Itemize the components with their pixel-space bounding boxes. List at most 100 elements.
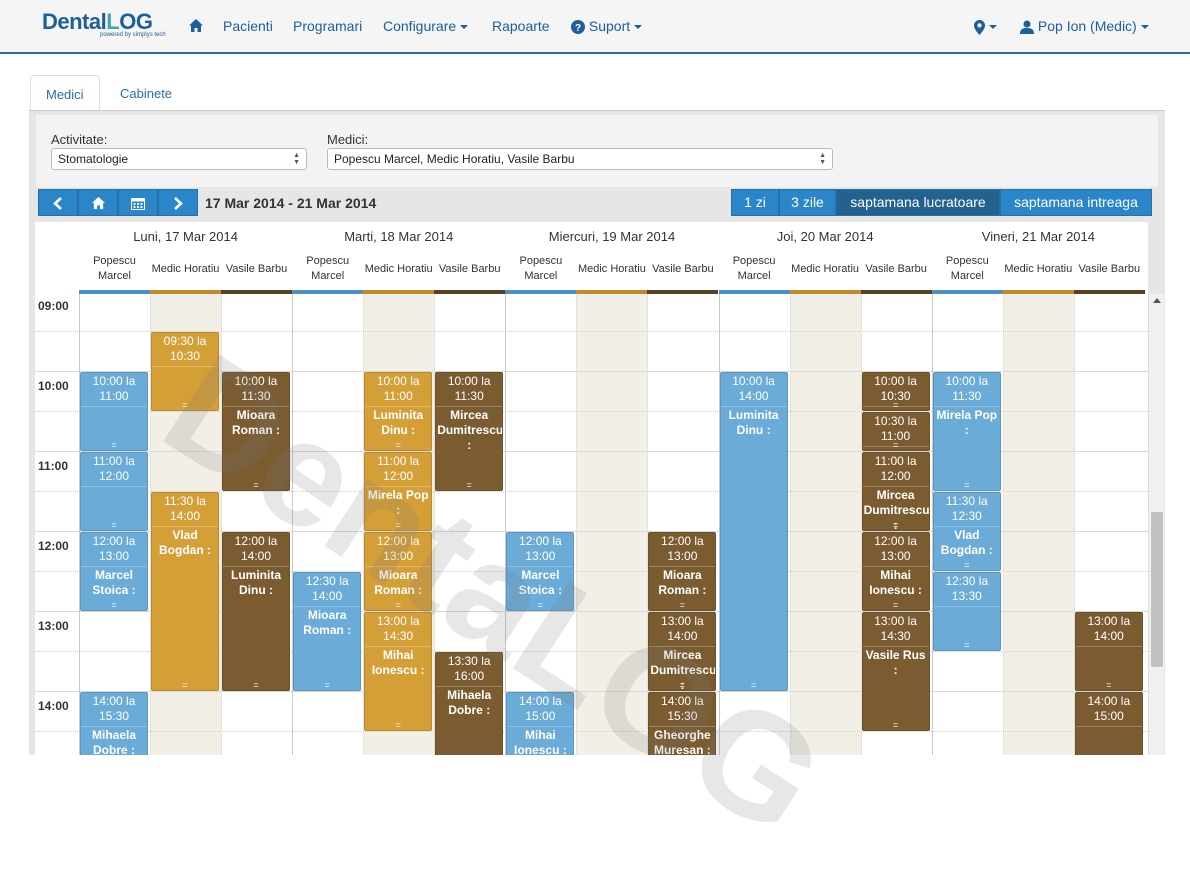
today-button[interactable] (78, 189, 118, 216)
nav-home-icon[interactable] (188, 16, 204, 33)
appointment-time: 12:30 la 13:30 (933, 573, 1000, 607)
resize-handle-icon[interactable]: = (294, 681, 360, 690)
resize-handle-icon[interactable]: = (934, 561, 1000, 570)
doctor-column-slot[interactable] (576, 294, 648, 755)
next-week-button[interactable] (158, 189, 198, 216)
resize-handle-icon[interactable]: = (223, 481, 289, 490)
hour-label: 09:00 (38, 299, 69, 313)
resize-handle-icon[interactable]: = (152, 681, 218, 690)
appointment-block[interactable]: 14:00 la 15:00= (1074, 692, 1143, 755)
activity-select[interactable]: Stomatologie ▲ ▼ (51, 148, 307, 170)
appointment-block[interactable]: 13:00 la 14:30 Mihai Ionescu : = (364, 612, 433, 731)
calendar-scrollbar[interactable] (1148, 294, 1164, 755)
brand-logo[interactable]: DentalLOG powered by simplys tech (42, 9, 166, 38)
appointment-block[interactable]: 10:00 la 11:30 Mirela Pop : = (932, 372, 1001, 491)
appointment-block[interactable]: 13:00 la 14:00 = (1074, 612, 1143, 691)
appointment-block[interactable]: 13:00 la 14:00 Mircea Dumitrescu : = (648, 612, 717, 691)
day-header[interactable]: Luni, 17 Mar 2014 (79, 229, 292, 244)
doctor-column-header: Popescu Marcel (93, 255, 136, 282)
appointment-patient: Marcel Stoica : (518, 568, 563, 597)
day-header[interactable]: Marti, 18 Mar 2014 (292, 229, 505, 244)
resize-handle-icon[interactable]: = (649, 681, 715, 690)
appointment-block[interactable]: 12:00 la 13:00 Mioara Roman : = (648, 532, 717, 611)
tab-medici[interactable]: Medici (30, 75, 100, 111)
appointment-block[interactable]: 14:00 la 15:30Gheorghe Muresan := (648, 692, 717, 755)
resize-handle-icon[interactable]: = (863, 721, 929, 730)
resize-handle-icon[interactable]: = (934, 481, 1000, 490)
appointment-block[interactable]: 12:00 la 13:00 Marcel Stoica : = (506, 532, 575, 611)
scrollbar-thumb[interactable] (1151, 512, 1163, 667)
doctor-column-slot[interactable] (1002, 294, 1074, 755)
appointment-block[interactable]: 14:00 la 15:30Mihaela Dobre := (80, 692, 148, 755)
resize-handle-icon[interactable]: = (863, 601, 929, 610)
appointment-block[interactable]: 13:00 la 14:30 Vasile Rus : = (861, 612, 930, 731)
nav-configurare[interactable]: Configurare (383, 18, 469, 34)
appointment-block[interactable]: 10:00 la 14:00 Luminita Dinu : = (719, 372, 788, 691)
scroll-up-arrow-icon[interactable] (1153, 298, 1161, 303)
doctor-column-slot[interactable] (789, 294, 861, 755)
appointment-block[interactable]: 12:00 la 13:00 Mihai Ionescu : = (861, 532, 930, 611)
nav-programari[interactable]: Programari (293, 18, 362, 34)
appointment-block[interactable]: 12:30 la 13:30 = (932, 572, 1001, 651)
resize-handle-icon[interactable]: = (152, 401, 218, 410)
resize-handle-icon[interactable]: = (649, 601, 715, 610)
doctors-select[interactable]: Popescu Marcel, Medic Horatiu, Vasile Ba… (327, 148, 833, 170)
resize-handle-icon[interactable]: = (863, 441, 929, 450)
chevron-left-icon (53, 196, 62, 210)
view-1-day-button[interactable]: 1 zi (731, 189, 779, 216)
appointment-patient: Luminita Dinu : (231, 568, 281, 597)
appointment-block[interactable]: 11:30 la 12:30 Vlad Bogdan : = (932, 492, 1001, 571)
appointment-block[interactable]: 10:00 la 10:30 = (861, 372, 930, 411)
resize-handle-icon[interactable]: = (507, 601, 573, 610)
day-header[interactable]: Miercuri, 19 Mar 2014 (505, 229, 718, 244)
appointment-block[interactable]: 11:00 la 12:00 Mirela Pop : = (364, 452, 433, 531)
appointment-block[interactable]: 11:00 la 12:00 = (80, 452, 148, 531)
appointment-block[interactable]: 12:30 la 14:00 Mioara Roman : = (293, 572, 362, 691)
appointment-block[interactable]: 10:00 la 11:00 = (80, 372, 148, 451)
appointment-block[interactable]: 09:30 la 10:30 = (151, 332, 219, 411)
nav-suport[interactable]: ? Suport (571, 18, 643, 35)
appointment-block[interactable]: 12:00 la 13:00 Marcel Stoica : = (80, 532, 148, 611)
nav-pacienti[interactable]: Pacienti (223, 18, 273, 34)
prev-week-button[interactable] (38, 189, 78, 216)
appointment-block[interactable]: 14:00 la 15:00Mihai Ionescu := (506, 692, 575, 755)
appointment-block[interactable]: 10:30 la 11:00 = (861, 412, 930, 451)
resize-handle-icon[interactable]: = (365, 601, 431, 610)
appointment-patient: Mihaela Dobre : (447, 688, 492, 717)
tab-cabinete[interactable]: Cabinete (105, 75, 187, 111)
view-work-week-button[interactable]: saptamana lucratoare (836, 189, 1000, 216)
nav-rapoarte[interactable]: Rapoarte (492, 18, 550, 34)
resize-handle-icon[interactable]: = (934, 641, 1000, 650)
view-3-days-button[interactable]: 3 zile (779, 189, 836, 216)
day-header[interactable]: Joi, 20 Mar 2014 (719, 229, 932, 244)
appointment-block[interactable]: 10:00 la 11:00 Luminita Dinu : = (364, 372, 433, 451)
resize-handle-icon[interactable]: = (81, 521, 147, 530)
appointment-time: 10:00 la 11:00 (81, 373, 147, 407)
resize-handle-icon[interactable]: = (81, 441, 147, 450)
calendar-picker-button[interactable] (118, 189, 158, 216)
appointment-block[interactable]: 11:30 la 14:00 Vlad Bogdan : = (151, 492, 219, 691)
appointment-block[interactable]: 13:30 la 16:00Mihaela Dobre := (435, 652, 504, 755)
resize-handle-icon[interactable]: = (365, 721, 431, 730)
resize-handle-icon[interactable]: = (223, 681, 289, 690)
resize-handle-icon[interactable]: = (721, 681, 787, 690)
user-menu[interactable]: Pop Ion (Medic) (1020, 18, 1149, 35)
resize-handle-icon[interactable]: = (436, 481, 502, 490)
day-header[interactable]: Vineri, 21 Mar 2014 (932, 229, 1145, 244)
resize-handle-icon[interactable]: = (863, 401, 929, 410)
location-menu[interactable] (974, 18, 997, 35)
resize-handle-icon[interactable]: = (863, 521, 929, 530)
doctor-column-slot[interactable] (505, 294, 577, 755)
resize-handle-icon[interactable]: = (365, 521, 431, 530)
appointment-block[interactable]: 11:00 la 12:00 Mircea Dumitrescu : = (861, 452, 930, 531)
appointment-block[interactable]: 10:00 la 11:30 Mircea Dumitrescu : = (435, 372, 504, 491)
appointment-patient: Mihai Ionescu : (371, 648, 425, 677)
appointment-block[interactable]: 10:00 la 11:30 Mioara Roman : = (222, 372, 290, 491)
view-full-week-button[interactable]: saptamana intreaga (1000, 189, 1152, 216)
resize-handle-icon[interactable]: = (81, 601, 147, 610)
resize-handle-icon[interactable]: = (1076, 681, 1142, 690)
resize-handle-icon[interactable]: = (365, 441, 431, 450)
appointment-time: 12:00 la 13:00 (862, 533, 929, 567)
appointment-block[interactable]: 12:00 la 14:00 Luminita Dinu : = (222, 532, 290, 691)
appointment-block[interactable]: 12:00 la 13:00 Mioara Roman : = (364, 532, 433, 611)
